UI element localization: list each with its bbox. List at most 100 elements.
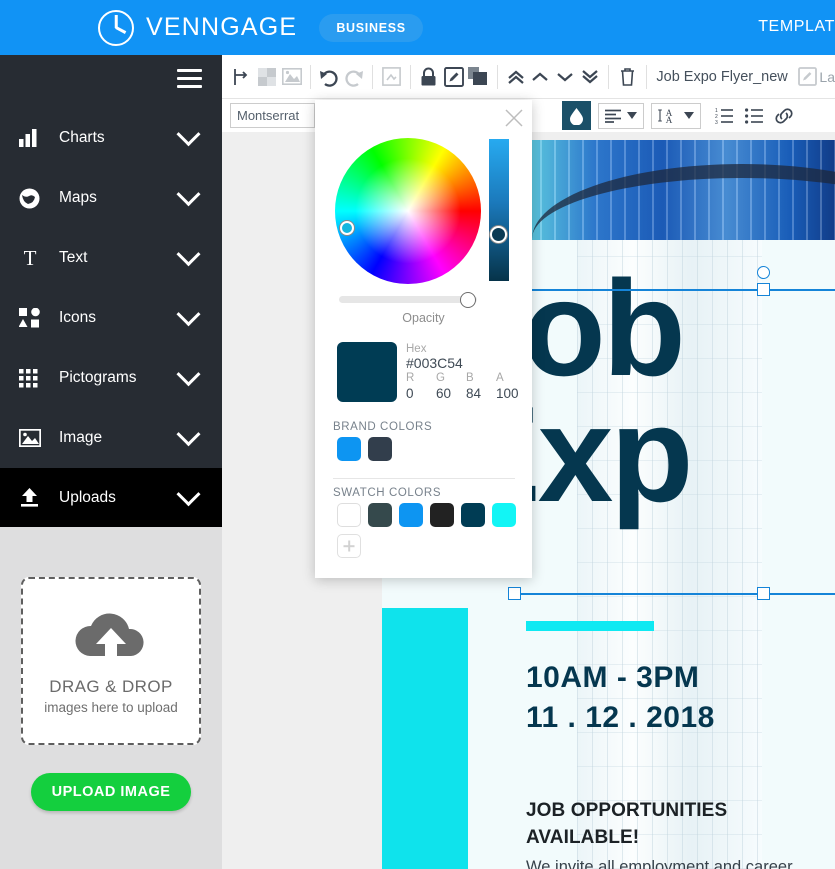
cyan-side-band[interactable]	[382, 608, 468, 869]
resize-handle-bottom-right[interactable]	[757, 587, 770, 600]
send-to-back-icon[interactable]	[577, 62, 602, 92]
close-x-icon[interactable]	[505, 109, 523, 127]
line-height-dropdown[interactable]: A A	[651, 102, 701, 129]
photo-icon	[19, 429, 45, 447]
poster-subhead[interactable]: JOB OPPORTUNITIES AVAILABLE!	[526, 798, 826, 852]
swatch-colors-title: SWATCH COLORS	[333, 487, 442, 499]
bullet-list-icon[interactable]	[739, 101, 769, 131]
add-swatch-plus-icon[interactable]	[337, 534, 361, 558]
font-family-select[interactable]: Montserrat	[230, 103, 315, 128]
ordered-list-icon[interactable]: 123	[709, 101, 739, 131]
rotate-handle[interactable]	[757, 266, 770, 279]
replace-image-icon[interactable]	[279, 62, 304, 92]
channel-r[interactable]: R 0	[406, 372, 436, 401]
channel-g[interactable]: G 60	[436, 372, 466, 401]
chevron-down-icon[interactable]	[176, 361, 201, 386]
chevron-down-icon	[684, 112, 694, 119]
toolbar-divider	[496, 64, 498, 89]
swatch-color-1[interactable]	[368, 503, 392, 527]
brand-color-swatch-1[interactable]	[368, 437, 392, 461]
resize-handle-bottom-left[interactable]	[508, 587, 521, 600]
sidebar-item-icons[interactable]: Icons	[0, 288, 222, 348]
sidebar-item-label: Charts	[59, 129, 105, 146]
sidebar-item-maps[interactable]: Maps	[0, 168, 222, 228]
chevron-down-icon[interactable]	[176, 481, 201, 506]
resize-handle-top[interactable]	[757, 283, 770, 296]
swatch-color-0[interactable]	[337, 503, 361, 527]
sidebar-item-charts[interactable]: Charts	[0, 108, 222, 168]
crop-mask-icon[interactable]	[255, 62, 280, 92]
upload-arrow-icon	[19, 488, 45, 508]
upload-image-button[interactable]: UPLOAD IMAGE	[31, 773, 191, 811]
brightness-slider[interactable]	[489, 139, 509, 281]
rename-pencil-icon[interactable]	[795, 62, 820, 92]
svg-text:A: A	[666, 115, 673, 124]
channel-r-value: 0	[406, 386, 414, 401]
bring-to-front-icon[interactable]	[503, 62, 528, 92]
send-backward-icon[interactable]	[553, 62, 578, 92]
channel-b[interactable]: B 84	[466, 372, 496, 401]
sidebar-item-uploads[interactable]: Uploads	[0, 468, 222, 528]
left-sidebar: Charts Maps T Text Icons Pictograms Imag…	[0, 55, 222, 869]
document-title[interactable]: Job Expo Flyer_new	[656, 69, 787, 85]
edit-pencil-icon[interactable]	[441, 62, 466, 92]
sidebar-item-label: Text	[59, 249, 88, 266]
text-align-left-icon	[605, 109, 621, 123]
hamburger-menu-icon[interactable]	[177, 69, 202, 88]
sidebar-item-image[interactable]: Image	[0, 408, 222, 468]
sidebar-item-pictograms[interactable]: Pictograms	[0, 348, 222, 408]
chevron-down-icon[interactable]	[176, 241, 201, 266]
opacity-slider-handle[interactable]	[460, 292, 476, 308]
duplicate-icon[interactable]	[466, 62, 491, 92]
upload-dropzone[interactable]: DRAG & DROP images here to upload	[21, 577, 201, 745]
business-badge[interactable]: BUSINESS	[319, 13, 423, 42]
cyan-accent-rule[interactable]	[526, 621, 654, 631]
chevron-down-icon[interactable]	[176, 121, 201, 146]
poster-time-date[interactable]: 10AM - 3PM 11 . 12 . 2018	[526, 658, 715, 738]
grid-dots-icon	[19, 368, 45, 388]
color-wheel[interactable]	[335, 138, 481, 284]
delete-trash-icon[interactable]	[615, 62, 640, 92]
poster-body-text[interactable]: We invite all employment and career	[526, 856, 835, 869]
shapes-icon	[19, 308, 45, 328]
swatch-color-4[interactable]	[461, 503, 485, 527]
chevron-down-icon[interactable]	[176, 301, 201, 326]
lock-icon[interactable]	[417, 62, 442, 92]
sidebar-item-text[interactable]: T Text	[0, 228, 222, 288]
align-icon[interactable]	[230, 62, 255, 92]
redo-icon[interactable]	[342, 62, 367, 92]
chevron-down-icon[interactable]	[176, 181, 201, 206]
opacity-label: Opacity	[402, 311, 445, 325]
toolbar-divider	[372, 64, 374, 89]
saved-status-text: La	[819, 68, 835, 85]
bring-forward-icon[interactable]	[528, 62, 553, 92]
link-icon[interactable]	[769, 101, 799, 131]
toolbar-divider	[310, 64, 311, 89]
opacity-slider[interactable]	[339, 296, 477, 303]
color-wheel-handle[interactable]	[340, 221, 354, 235]
brand-logo-group[interactable]: VENNGAGE	[98, 9, 297, 46]
brand-color-swatch-0[interactable]	[337, 437, 361, 461]
swatch-color-3[interactable]	[430, 503, 454, 527]
brand-colors-row	[337, 437, 392, 461]
sidebar-item-label: Pictograms	[59, 369, 137, 386]
dropzone-subtitle: images here to upload	[44, 699, 178, 715]
sidebar-item-label: Maps	[59, 189, 97, 206]
object-toolbar: Job Expo Flyer_new La	[222, 55, 835, 99]
toolbar-divider	[645, 64, 647, 89]
undo-icon[interactable]	[317, 62, 342, 92]
brightness-slider-handle[interactable]	[490, 226, 507, 243]
frame-image-icon[interactable]	[379, 62, 404, 92]
channel-a[interactable]: A 100	[496, 372, 526, 401]
channel-a-value: 100	[496, 386, 519, 401]
swatch-color-5[interactable]	[492, 503, 516, 527]
cloud-upload-icon	[68, 608, 154, 671]
bar-chart-icon	[19, 129, 45, 147]
swatch-color-2[interactable]	[399, 503, 423, 527]
hex-value-input[interactable]: #003C54	[406, 355, 463, 371]
templates-link[interactable]: TEMPLAT	[758, 18, 835, 36]
text-align-dropdown[interactable]	[598, 102, 644, 129]
chevron-down-icon[interactable]	[176, 421, 201, 446]
text-color-swatch-button[interactable]	[562, 101, 591, 130]
sidebar-item-label: Icons	[59, 309, 97, 326]
